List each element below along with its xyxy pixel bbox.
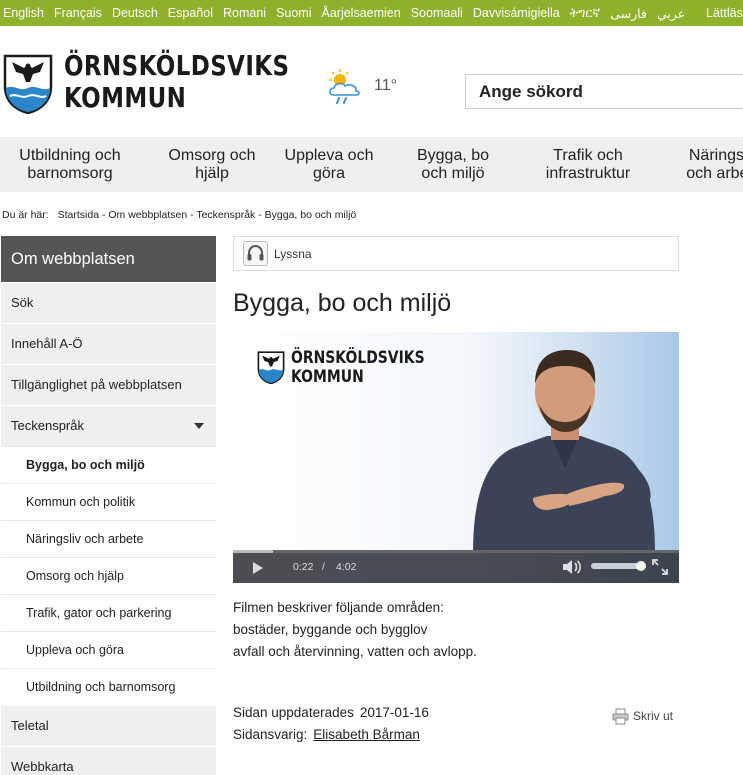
- side-item-label: Teckenspråk: [11, 418, 84, 433]
- side-subitem-education[interactable]: Utbildning och barnomsorg: [1, 668, 216, 705]
- volume-slider[interactable]: [591, 561, 646, 571]
- sign-language-video[interactable]: ÖRNSKÖLDSVIKS KOMMUN 0:22 / 4:02: [233, 332, 679, 583]
- listen-button[interactable]: Lyssna: [233, 236, 679, 271]
- responsible-row: Sidansvarig: Elisabeth Bårman: [233, 724, 429, 746]
- side-item-teletal[interactable]: Teletal: [1, 705, 216, 746]
- video-controls: 0:22 / 4:02: [233, 550, 679, 583]
- weather-widget: 11°: [326, 68, 406, 108]
- updated-date: 2017-01-16: [359, 705, 429, 720]
- print-label: Skriv ut: [633, 709, 674, 723]
- breadcrumb-separator: -: [255, 209, 265, 221]
- fullscreen-icon[interactable]: [652, 559, 668, 575]
- video-logo-line-2: KOMMUN: [291, 367, 364, 387]
- language-link-german[interactable]: Deutsch: [112, 6, 158, 20]
- search-input[interactable]: [466, 75, 743, 108]
- breadcrumb-link-sign-language[interactable]: Teckenspråk: [196, 209, 255, 221]
- language-link-english[interactable]: English: [3, 6, 44, 20]
- headphones-icon: [243, 241, 268, 266]
- language-link-spanish[interactable]: Español: [168, 6, 213, 20]
- logo-line-2: KOMMUN: [64, 81, 187, 114]
- main-navigation: Utbildning och barnomsorg Omsorg och hjä…: [0, 137, 743, 192]
- volume-icon[interactable]: [562, 559, 582, 575]
- language-list: English Français Deutsch Español Romani …: [3, 0, 695, 26]
- video-logo-line-1: ÖRNSKÖLDSVIKS: [291, 348, 425, 368]
- nav-item-building[interactable]: Bygga, bo och miljö: [412, 147, 494, 183]
- sign-language-interpreter-image: [473, 350, 655, 553]
- video-duration: 4:02: [336, 561, 357, 573]
- side-subitem-care[interactable]: Omsorg och hjälp: [1, 557, 216, 594]
- breadcrumb-current: Bygga, bo och miljö: [264, 209, 357, 221]
- breadcrumb-separator: -: [99, 209, 109, 221]
- sun-cloud-rain-icon: [329, 69, 360, 104]
- breadcrumb: Du är här: Startsida - Om webbplatsen - …: [2, 209, 356, 221]
- side-item-accessibility[interactable]: Tillgänglighet på webbplatsen: [1, 364, 216, 405]
- nav-item-education[interactable]: Utbildning och barnomsorg: [14, 147, 126, 183]
- language-link-romani[interactable]: Romani: [223, 6, 266, 20]
- description-line: avfall och återvinning, vatten och avlop…: [233, 644, 477, 659]
- description-line: Filmen beskriver följande områden:: [233, 600, 444, 615]
- search-box: [465, 74, 743, 109]
- language-link-french[interactable]: Français: [54, 6, 102, 20]
- side-item-search[interactable]: Sök: [1, 282, 216, 323]
- side-subitem-experience[interactable]: Uppleva och göra: [1, 631, 216, 668]
- coat-of-arms-icon: [3, 54, 53, 114]
- video-current-time: 0:22: [293, 561, 314, 573]
- nav-item-care[interactable]: Omsorg och hjälp: [164, 147, 260, 183]
- side-item-index[interactable]: Innehåll A-Ö: [1, 323, 216, 364]
- updated-row: Sidan uppdaterades 2017-01-16: [233, 702, 429, 724]
- language-link-arabic[interactable]: عربي: [657, 6, 685, 21]
- logo-text: ÖRNSKÖLDSVIKS KOMMUN: [64, 50, 289, 114]
- nav-item-experience[interactable]: Uppleva och göra: [282, 147, 376, 183]
- side-subitem-traffic[interactable]: Trafik, gator och parkering: [1, 594, 216, 631]
- language-link-somali[interactable]: Soomaali: [411, 6, 463, 20]
- printer-icon: [612, 708, 629, 725]
- breadcrumb-label: Du är här:: [2, 209, 49, 221]
- language-link-north-sami[interactable]: Davvisámigiella: [473, 6, 560, 20]
- responsible-label: Sidansvarig:: [233, 727, 308, 742]
- nav-item-business[interactable]: Näringsliv och arbete: [676, 147, 743, 183]
- volume-knob[interactable]: [636, 561, 646, 571]
- side-subitem-building[interactable]: Bygga, bo och miljö: [1, 446, 216, 483]
- side-item-sign-language[interactable]: Teckenspråk: [1, 405, 216, 446]
- video-time-separator: /: [322, 561, 325, 573]
- updated-label: Sidan uppdaterades: [233, 705, 354, 720]
- side-subitem-politics[interactable]: Kommun och politik: [1, 483, 216, 520]
- coat-of-arms-icon: [257, 351, 285, 384]
- side-item-sitemap[interactable]: Webbkarta: [1, 746, 216, 775]
- language-link-tigrinya[interactable]: ትግርኛ: [570, 6, 601, 21]
- logo-line-1: ÖRNSKÖLDSVIKS: [64, 49, 290, 82]
- language-link-south-sami[interactable]: Åarjelsaemien: [322, 6, 401, 20]
- video-progress-fill: [233, 550, 274, 553]
- temperature: 11°: [374, 77, 398, 94]
- play-icon[interactable]: [251, 561, 265, 575]
- breadcrumb-link-about[interactable]: Om webbplatsen: [108, 209, 187, 221]
- side-menu: Om webbplatsen Sök Innehåll A-Ö Tillgäng…: [1, 236, 216, 775]
- easy-read-link[interactable]: Lättläst: [706, 0, 743, 26]
- nav-item-traffic[interactable]: Trafik och infrastruktur: [540, 147, 636, 183]
- breadcrumb-link-home[interactable]: Startsida: [58, 209, 99, 221]
- description-line: bostäder, byggande och bygglov: [233, 622, 428, 637]
- video-progress-bar[interactable]: [233, 550, 679, 553]
- breadcrumb-separator: -: [187, 209, 197, 221]
- page-title: Bygga, bo och miljö: [233, 289, 452, 317]
- video-logo-text: ÖRNSKÖLDSVIKS KOMMUN: [291, 349, 425, 387]
- listen-label: Lyssna: [274, 247, 312, 261]
- language-bar: English Français Deutsch Español Romani …: [0, 0, 743, 26]
- language-link-finnish[interactable]: Suomi: [276, 6, 311, 20]
- page-meta: Sidan uppdaterades 2017-01-16 Sidansvarig…: [233, 702, 429, 746]
- responsible-person-link[interactable]: Elisabeth Bårman: [313, 727, 420, 742]
- chevron-down-icon[interactable]: [194, 423, 204, 429]
- language-link-persian[interactable]: فارسی: [610, 6, 647, 21]
- site-logo[interactable]: ÖRNSKÖLDSVIKS KOMMUN: [2, 46, 289, 118]
- side-menu-title[interactable]: Om webbplatsen: [1, 236, 216, 282]
- side-subitem-business[interactable]: Näringsliv och arbete: [1, 520, 216, 557]
- video-description: Filmen beskriver följande områden: bostä…: [233, 597, 477, 663]
